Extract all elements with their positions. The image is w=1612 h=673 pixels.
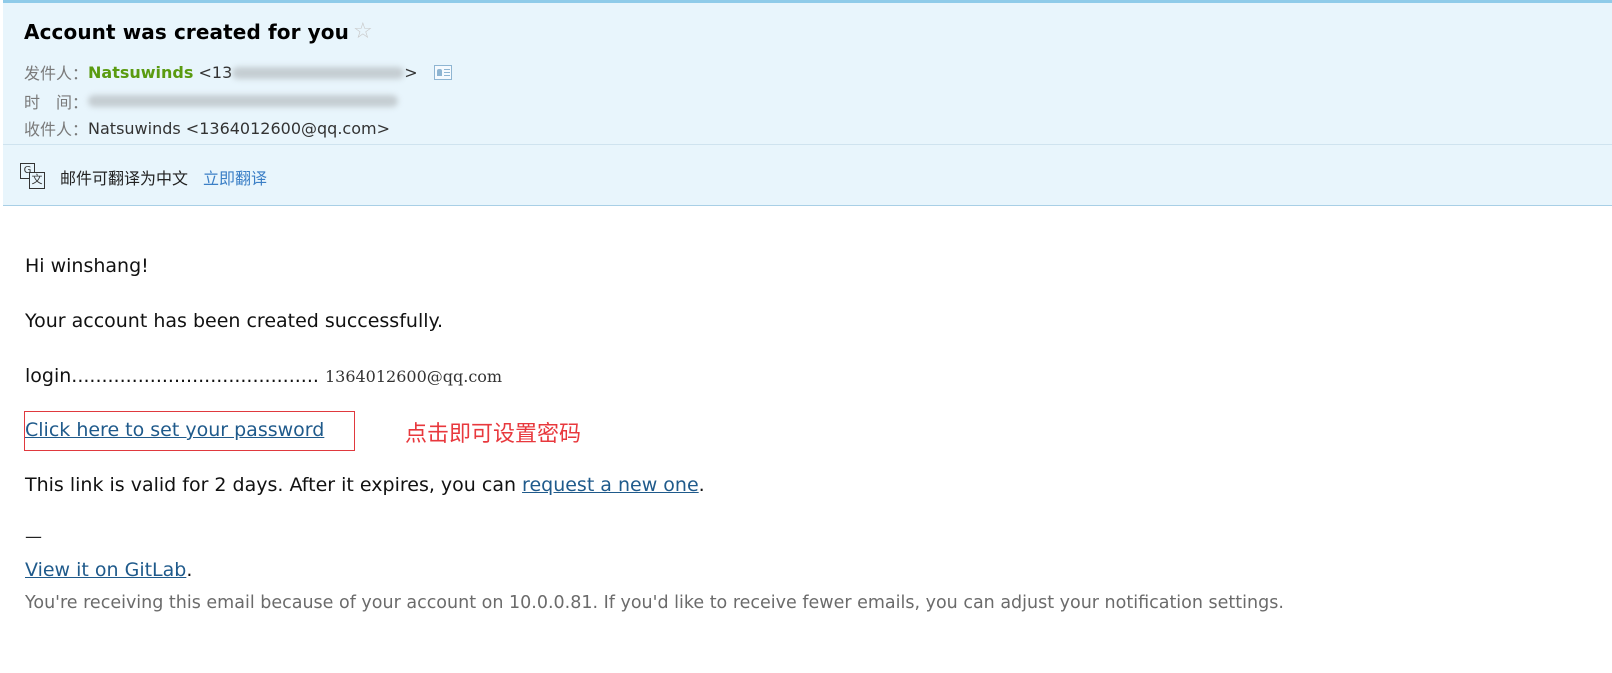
time-label: 时 间：	[24, 93, 89, 112]
email-view: Account was created for you ☆ 发件人： Natsu…	[0, 0, 1612, 673]
translate-icon: G 文	[20, 163, 46, 191]
link-validity-text: This link is valid for 2 days. After it …	[25, 474, 705, 496]
email-header: Account was created for you ☆ 发件人： Natsu…	[3, 0, 1612, 206]
login-label: login...................................…	[25, 365, 319, 387]
validity-prefix: This link is valid for 2 days. After it …	[25, 474, 523, 496]
sender-address-end: >	[404, 62, 418, 82]
account-created-text: Your account has been created successful…	[25, 310, 444, 332]
gitlab-row: View it on GitLab.	[25, 559, 192, 581]
translate-now-link[interactable]: 立即翻译	[203, 165, 267, 189]
translate-hint: 邮件可翻译为中文	[60, 169, 189, 188]
login-row: login...................................…	[25, 365, 502, 387]
set-password-link[interactable]: Click here to set your password	[25, 419, 324, 441]
header-divider	[3, 144, 1612, 145]
translate-bar: G 文 邮件可翻译为中文 立即翻译	[20, 163, 267, 191]
from-row: 发件人： Natsuwinds <13 >	[24, 60, 452, 84]
to-row: 收件人： Natsuwinds <1364012600@qq.com>	[24, 116, 390, 140]
footer-note: You're receiving this email because of y…	[25, 593, 1284, 613]
view-on-gitlab-link[interactable]: View it on GitLab	[25, 559, 186, 581]
star-icon[interactable]: ☆	[353, 21, 373, 43]
from-label: 发件人：	[24, 64, 89, 83]
email-subject: Account was created for you	[24, 20, 349, 44]
redacted-sender-address	[232, 67, 405, 79]
validity-suffix: .	[698, 474, 705, 496]
sender-address: <13 >	[193, 62, 418, 82]
recipient-address-text: <1364012600@qq.com>	[185, 118, 390, 138]
contact-card-icon[interactable]	[433, 64, 452, 80]
greeting: Hi winshang!	[25, 255, 149, 277]
time-row: 时 间：	[24, 89, 399, 113]
sender-name[interactable]: Natsuwinds	[88, 63, 193, 82]
recipient-name: Natsuwinds	[88, 118, 181, 138]
login-value: 1364012600@qq.com	[324, 367, 503, 386]
gitlab-suffix: .	[186, 559, 193, 581]
sender-address-start: <13	[198, 62, 233, 82]
recipient-address: <1364012600@qq.com>	[181, 119, 390, 138]
request-new-link[interactable]: request a new one	[522, 474, 699, 496]
to-label: 收件人：	[24, 120, 89, 139]
signature-dash: —	[25, 527, 42, 547]
redacted-time	[88, 95, 399, 107]
subject-row: Account was created for you ☆	[24, 20, 373, 44]
annotation-text: 点击即可设置密码	[405, 422, 582, 447]
